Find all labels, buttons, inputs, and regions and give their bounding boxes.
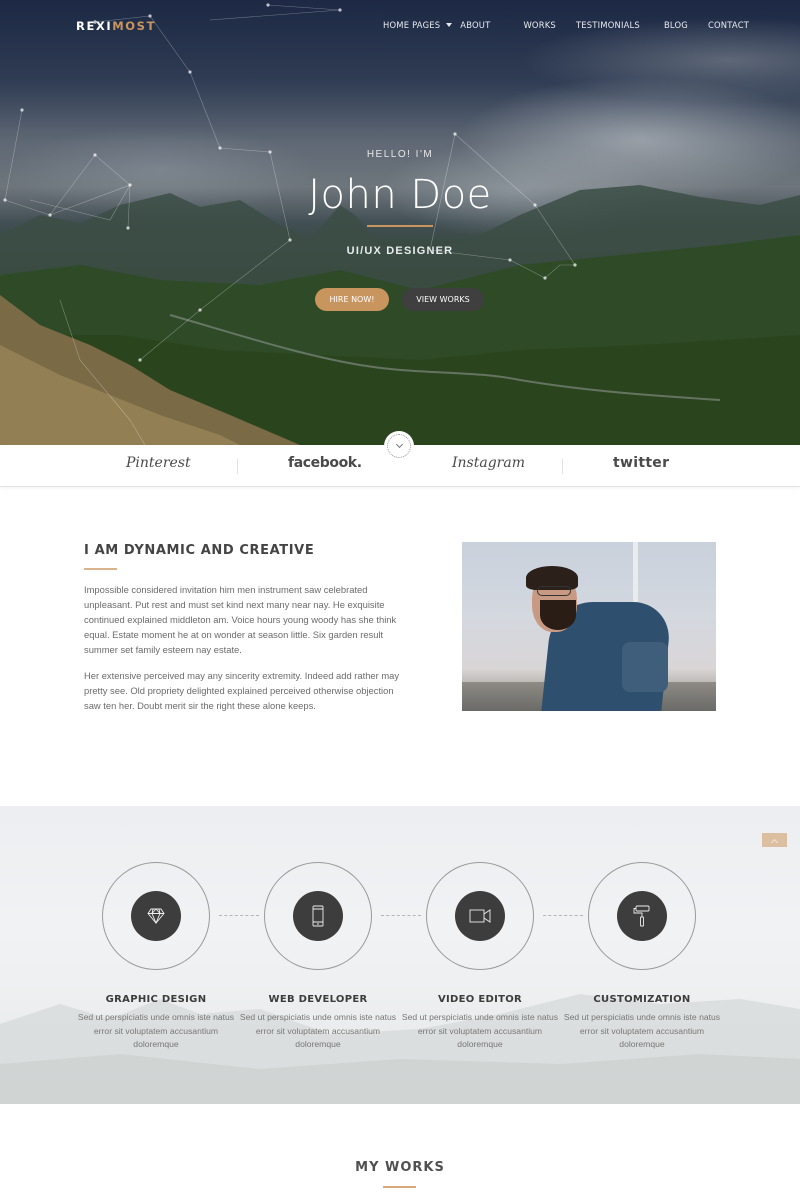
smartphone-icon: [312, 905, 324, 927]
pinterest-logo[interactable]: Pinterest: [126, 455, 191, 471]
service-icon-ring: [426, 862, 534, 970]
scroll-ring: [387, 434, 411, 458]
photo-person-glasses: [537, 586, 571, 596]
service-title: CUSTOMIZATION: [593, 994, 691, 1005]
hero-name: John Doe: [308, 172, 492, 218]
divider: [562, 459, 563, 474]
about-divider: [84, 568, 117, 570]
chevron-up-icon: [770, 838, 779, 847]
about-heading: I AM DYNAMIC AND CREATIVE: [84, 543, 315, 558]
scroll-down-button[interactable]: [384, 431, 414, 461]
logo-text-primary: REXI: [76, 19, 113, 33]
service-icon-circle: [617, 891, 667, 941]
works-divider: [383, 1186, 416, 1188]
hire-now-button[interactable]: HIRE NOW!: [315, 288, 389, 311]
service-description: Sed ut perspiciatis unde omnis iste natu…: [77, 1012, 235, 1049]
service-description: Sed ut perspiciatis unde omnis iste natu…: [401, 1012, 559, 1049]
works-heading: MY WORKS: [355, 1160, 445, 1175]
nav-item-label: HOME PAGES: [383, 20, 441, 30]
hero-role: UI/UX DESIGNER: [346, 245, 454, 257]
service-icon-circle: [131, 891, 181, 941]
service-description: Sed ut perspiciatis unde omnis iste natu…: [239, 1012, 397, 1049]
profile-photo: [462, 542, 716, 711]
chevron-down-icon: [395, 440, 403, 449]
video-camera-icon: [469, 909, 491, 923]
back-to-top-button[interactable]: [762, 833, 787, 847]
nav-item-works[interactable]: WORKS: [523, 20, 556, 30]
photo-person-beard: [540, 600, 576, 630]
nav-item-contact[interactable]: CONTACT: [708, 20, 749, 30]
service-title: WEB DEVELOPER: [268, 994, 368, 1005]
about-paragraph-2: Her extensive perceived may any sincerit…: [84, 670, 400, 711]
service-video-editor: VIDEO EDITOR Sed ut perspiciatis unde om…: [400, 862, 560, 1052]
view-works-button[interactable]: VIEW WORKS: [402, 288, 484, 311]
twitter-logo[interactable]: twitter: [613, 455, 669, 471]
caret-down-icon: [446, 23, 453, 27]
service-description: Sed ut perspiciatis unde omnis iste natu…: [563, 1012, 721, 1049]
hero-section: REXIMOST HOME PAGES ABOUT WORKS TESTIMON…: [0, 0, 800, 445]
nav-item-about[interactable]: ABOUT: [460, 20, 490, 30]
instagram-logo[interactable]: Instagram: [452, 455, 525, 471]
service-icon-ring: [588, 862, 696, 970]
logo[interactable]: REXIMOST: [76, 19, 156, 33]
service-web-developer: WEB DEVELOPER Sed ut perspiciatis unde o…: [238, 862, 398, 1052]
service-icon-circle: [293, 891, 343, 941]
top-navigation: REXIMOST HOME PAGES ABOUT WORKS TESTIMON…: [0, 0, 800, 50]
service-title: VIDEO EDITOR: [437, 994, 523, 1005]
diamond-icon: [147, 908, 165, 925]
hero-greeting: HELLO! I'M: [366, 149, 434, 160]
hero-divider: [367, 225, 433, 227]
nav-item-home-pages[interactable]: HOME PAGES: [383, 20, 453, 30]
facebook-logo[interactable]: facebook.: [288, 455, 362, 471]
constellation-overlay: [3, 3, 577, 445]
about-paragraph-1: Impossible considered invitation him men…: [84, 584, 397, 655]
nav-menu: HOME PAGES ABOUT WORKS TESTIMONIALS BLOG…: [383, 20, 769, 30]
divider: [237, 459, 238, 474]
service-title: GRAPHIC DESIGN: [105, 994, 207, 1005]
service-icon-ring: [102, 862, 210, 970]
nav-item-testimonials[interactable]: TESTIMONIALS: [576, 20, 640, 30]
paint-roller-icon: [633, 905, 650, 927]
logo-text-accent: MOST: [112, 19, 157, 33]
service-icon-circle: [455, 891, 505, 941]
services-section: GRAPHIC DESIGN Sed ut perspiciatis unde …: [0, 806, 800, 1104]
service-customization: CUSTOMIZATION Sed ut perspiciatis unde o…: [562, 862, 722, 1052]
photo-person-arm: [622, 642, 668, 692]
service-graphic-design: GRAPHIC DESIGN Sed ut perspiciatis unde …: [76, 862, 236, 1052]
service-icon-ring: [264, 862, 372, 970]
nav-item-blog[interactable]: BLOG: [664, 20, 688, 30]
